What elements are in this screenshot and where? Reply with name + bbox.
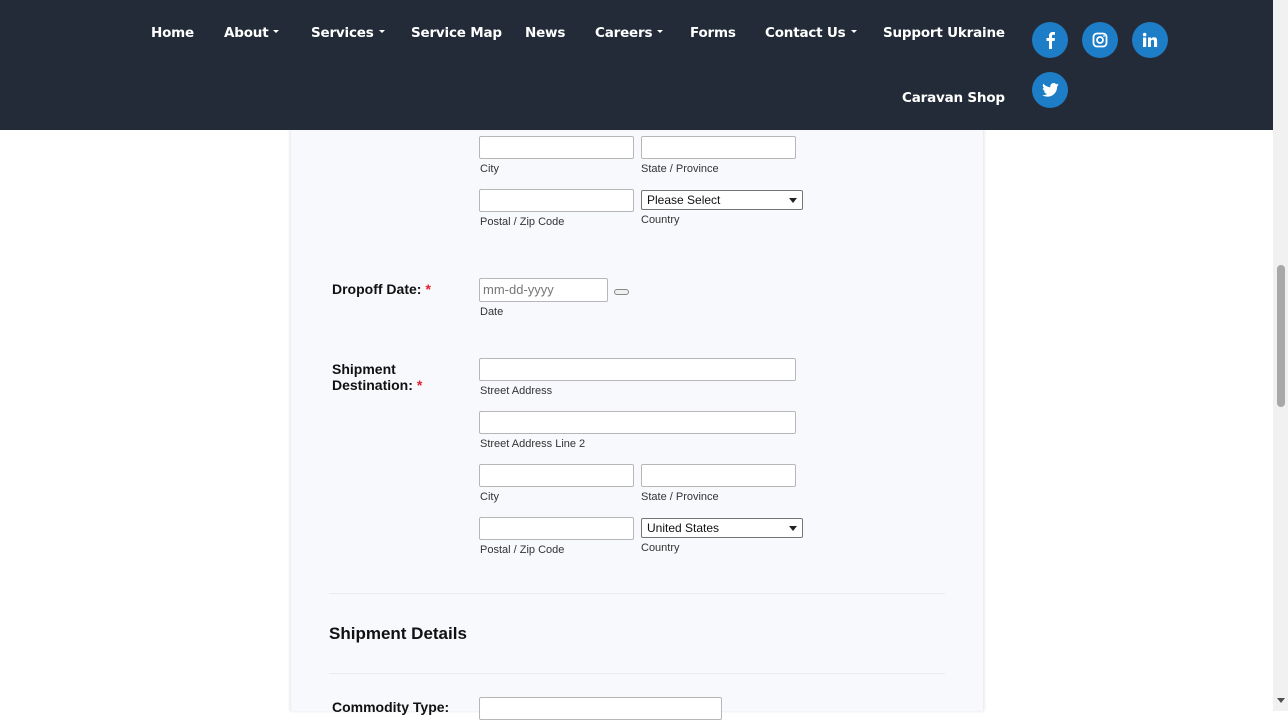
facebook-icon xyxy=(1046,32,1055,49)
scrollbar-thumb[interactable] xyxy=(1277,265,1285,407)
nav-support-ukraine-label: Support Ukraine xyxy=(883,25,1005,41)
site-header: Home About Services Service Map News Car… xyxy=(0,0,1273,130)
destination-street-input[interactable] xyxy=(479,358,796,381)
nav-careers[interactable]: Careers xyxy=(595,24,664,42)
origin-state-input[interactable] xyxy=(641,136,796,159)
required-mark: * xyxy=(416,377,423,393)
page-scrollbar[interactable] xyxy=(1273,0,1288,711)
dropoff-date-sublabel: Date xyxy=(480,306,504,318)
dropoff-date-input[interactable]: mm-dd-yyyy xyxy=(479,278,608,302)
dropoff-date-label: Dropoff Date: * xyxy=(332,281,431,297)
origin-country-sublabel: Country xyxy=(641,214,680,226)
twitter-icon xyxy=(1041,83,1059,97)
section-divider xyxy=(329,673,945,674)
nav-home[interactable]: Home xyxy=(151,24,194,42)
caret-down-icon xyxy=(378,29,385,33)
required-mark: * xyxy=(425,281,431,297)
origin-zip-input[interactable] xyxy=(479,189,634,212)
destination-street-sublabel: Street Address xyxy=(480,385,553,397)
shipment-destination-label: Shipment Destination: * xyxy=(332,361,422,393)
destination-zip-input[interactable] xyxy=(479,517,634,540)
calendar-button[interactable] xyxy=(614,289,629,295)
destination-state-sublabel: State / Province xyxy=(641,491,719,503)
destination-country-select[interactable]: United States xyxy=(641,518,803,538)
origin-city-input[interactable] xyxy=(479,136,634,159)
nav-service-map-label: Service Map xyxy=(411,25,502,41)
nav-about[interactable]: About xyxy=(224,24,280,42)
nav-contact-us[interactable]: Contact Us xyxy=(765,24,857,42)
nav-about-label: About xyxy=(224,25,269,41)
nav-caravan-shop[interactable]: Caravan Shop xyxy=(902,89,1005,107)
destination-country-sublabel: Country xyxy=(641,542,680,554)
nav-careers-label: Careers xyxy=(595,25,653,41)
instagram-icon xyxy=(1092,32,1108,48)
nav-service-map[interactable]: Service Map xyxy=(411,24,502,42)
shipment-destination-label-line2: Destination: xyxy=(332,377,413,393)
origin-city-sublabel: City xyxy=(480,163,499,175)
nav-forms[interactable]: Forms xyxy=(690,24,736,42)
destination-country-value: United States xyxy=(647,521,720,535)
nav-forms-label: Forms xyxy=(690,25,736,41)
chevron-down-icon xyxy=(789,198,797,203)
origin-zip-sublabel: Postal / Zip Code xyxy=(480,216,565,228)
nav-home-label: Home xyxy=(151,25,194,41)
dropoff-date-label-text: Dropoff Date: xyxy=(332,281,422,297)
scroll-down-arrow-icon[interactable] xyxy=(1277,698,1285,703)
destination-zip-sublabel: Postal / Zip Code xyxy=(480,544,565,556)
caret-down-icon xyxy=(850,29,857,33)
caret-down-icon xyxy=(273,29,280,33)
section-divider xyxy=(329,593,945,594)
nav-services[interactable]: Services xyxy=(311,24,385,42)
nav-services-label: Services xyxy=(311,25,374,41)
caret-down-icon xyxy=(657,29,664,33)
nav-contact-us-label: Contact Us xyxy=(765,25,846,41)
destination-state-input[interactable] xyxy=(641,464,796,487)
chevron-down-icon xyxy=(789,526,797,531)
destination-city-input[interactable] xyxy=(479,464,634,487)
twitter-link[interactable] xyxy=(1032,72,1068,108)
origin-state-sublabel: State / Province xyxy=(641,163,719,175)
origin-country-select[interactable]: Please Select xyxy=(641,190,803,210)
nav-caravan-shop-label: Caravan Shop xyxy=(902,90,1005,106)
linkedin-icon xyxy=(1142,32,1158,47)
linkedin-link[interactable] xyxy=(1132,22,1168,58)
nav-news-label: News xyxy=(525,25,566,41)
commodity-type-input[interactable] xyxy=(479,697,722,720)
shipment-destination-label-line1: Shipment xyxy=(332,361,396,377)
shipment-details-heading: Shipment Details xyxy=(329,624,467,643)
destination-street2-input[interactable] xyxy=(479,411,796,434)
origin-country-value: Please Select xyxy=(647,193,721,207)
destination-street2-sublabel: Street Address Line 2 xyxy=(480,438,586,450)
destination-city-sublabel: City xyxy=(480,491,499,503)
nav-news[interactable]: News xyxy=(525,24,565,42)
commodity-type-label: Commodity Type: xyxy=(332,699,450,715)
facebook-link[interactable] xyxy=(1032,22,1068,58)
dropoff-date-placeholder: mm-dd-yyyy xyxy=(483,282,554,297)
nav-support-ukraine[interactable]: Support Ukraine xyxy=(883,24,1005,42)
instagram-link[interactable] xyxy=(1082,22,1118,58)
